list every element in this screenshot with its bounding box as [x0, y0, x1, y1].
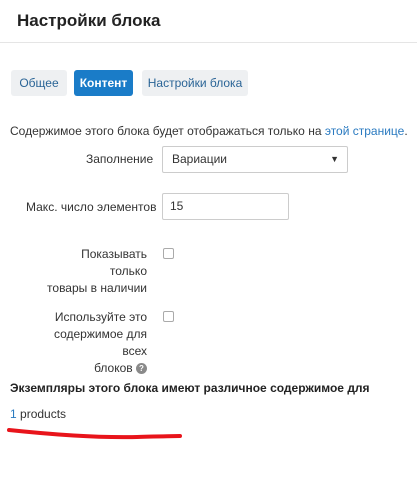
tab-general[interactable]: Общее [11, 70, 67, 96]
dialog-title: Настройки блока [17, 11, 161, 30]
instances-products[interactable]: 1 products [10, 407, 66, 421]
content-scope-note: Содержимое этого блока будет отображатьс… [10, 124, 408, 138]
use-for-all-label-line2: содержимое для всех [53, 327, 147, 358]
in-stock-label: Показывать только товары в наличии [47, 246, 147, 297]
red-underline-annotation [7, 428, 182, 440]
tab-block-settings[interactable]: Настройки блока [142, 70, 248, 96]
this-page-link[interactable]: этой странице [325, 124, 405, 138]
tab-content[interactable]: Контент [74, 70, 133, 96]
content-scope-text: Содержимое этого блока будет отображатьс… [10, 124, 325, 138]
chevron-down-icon: ▼ [330, 154, 339, 164]
use-for-all-checkbox[interactable] [163, 311, 174, 322]
question-circle-icon[interactable]: ? [136, 363, 147, 375]
max-items-label: Макс. число элементов [26, 200, 157, 214]
use-for-all-label-line3: блоков [94, 361, 133, 375]
fill-select-value: Вариации [172, 152, 228, 166]
dialog-header: Настройки блока [0, 0, 417, 43]
instances-count[interactable]: 1 [10, 407, 17, 421]
max-items-input[interactable]: 15 [162, 193, 289, 220]
block-settings-dialog: Настройки блока Общее Контент Настройки … [0, 0, 417, 500]
fill-label: Заполнение [86, 152, 154, 166]
instances-heading: Экземпляры этого блока имеют различное с… [10, 381, 370, 395]
content-scope-suffix: . [404, 124, 408, 138]
use-for-all-label-line3-wrap: блоков ? [44, 360, 147, 377]
instances-label: products [16, 407, 67, 421]
use-for-all-label: Используйте это содержимое для всех блок… [44, 309, 147, 377]
in-stock-label-line1: Показывать только [81, 247, 147, 278]
fill-select[interactable]: Вариации ▼ [162, 146, 348, 173]
use-for-all-label-line1: Используйте это [54, 310, 147, 324]
in-stock-label-line2: товары в наличии [47, 281, 147, 295]
in-stock-checkbox[interactable] [163, 248, 174, 259]
